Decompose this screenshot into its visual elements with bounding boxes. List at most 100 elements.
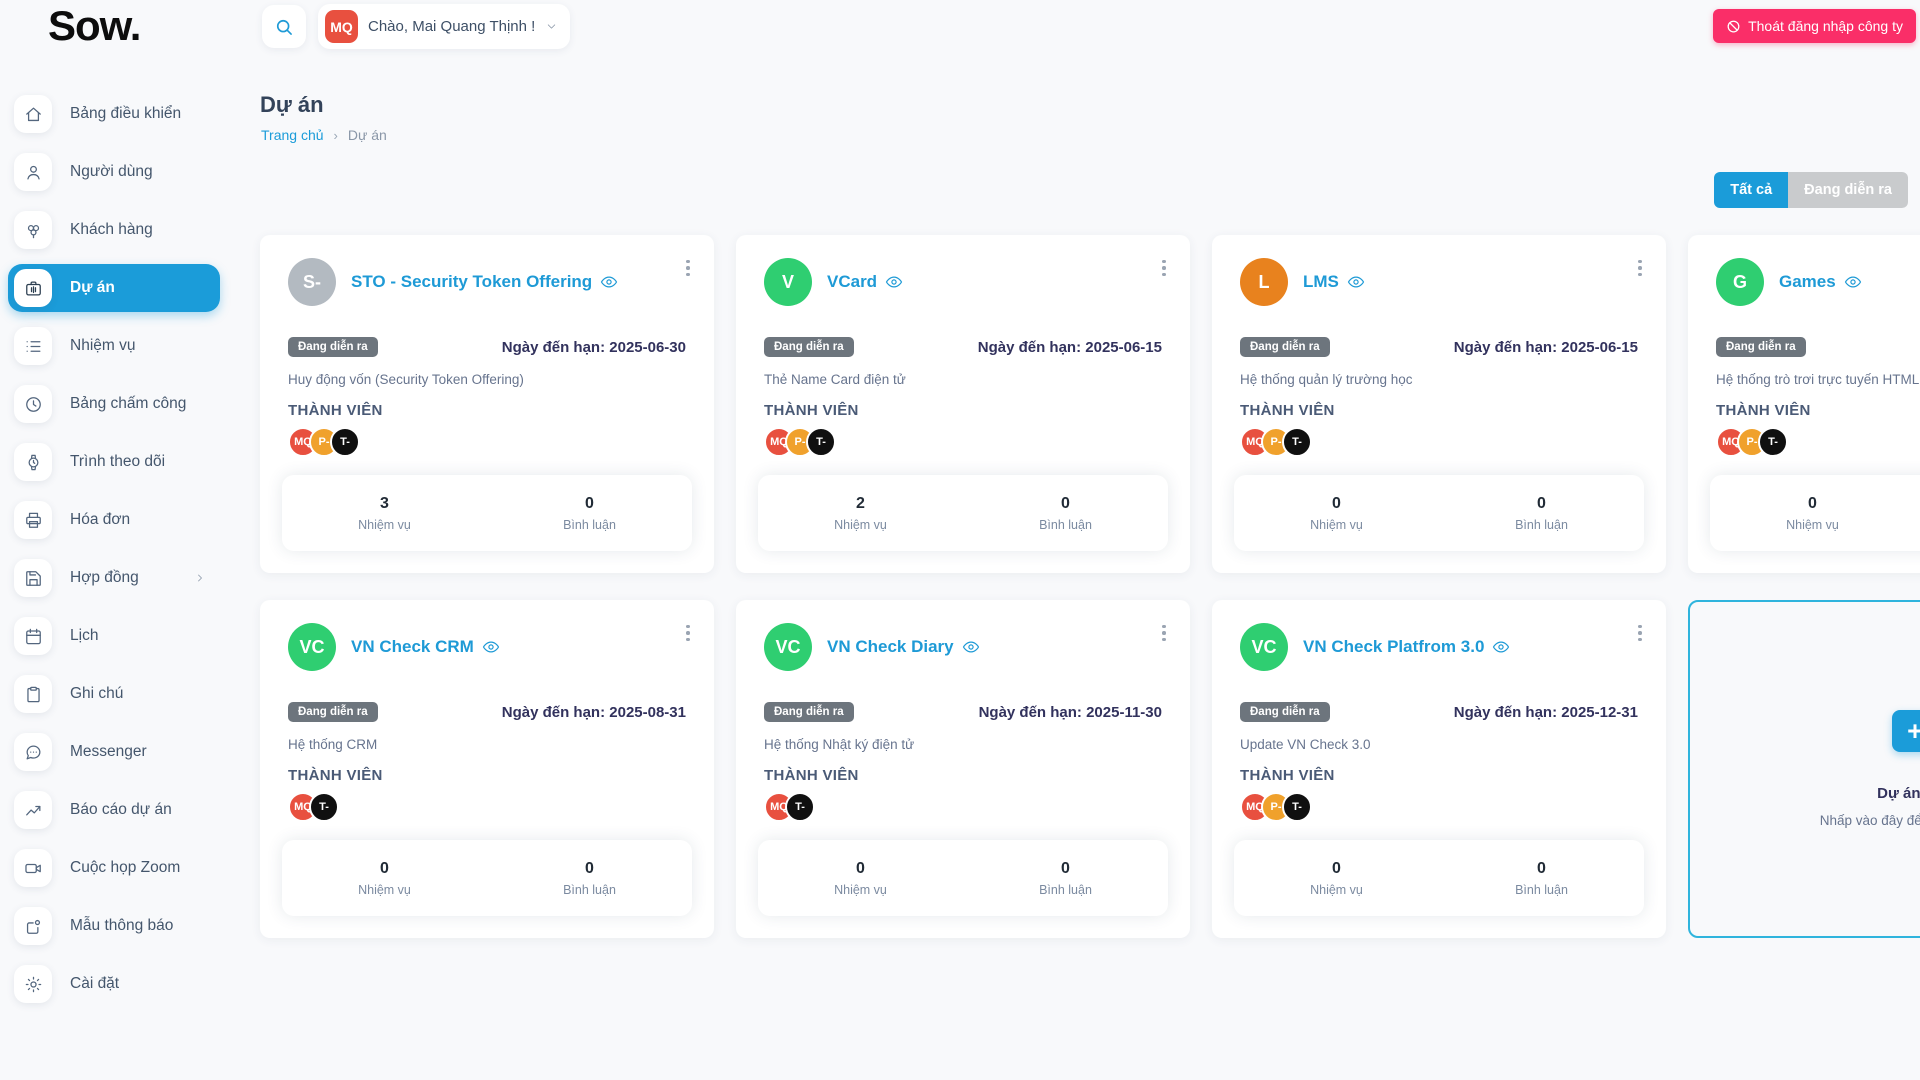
- tasks-stat: 0 Nhiệm vụ: [282, 860, 487, 897]
- members-row: MQT-: [288, 792, 686, 822]
- project-name-link[interactable]: VCard: [827, 272, 903, 292]
- sidebar-item-du-an[interactable]: Dự án: [8, 264, 220, 312]
- briefcase-icon: [14, 269, 52, 307]
- sidebar-item-bang-ieu-khien[interactable]: Bảng điều khiển: [8, 90, 220, 138]
- comments-stat: 0 Bình luận: [963, 495, 1168, 532]
- sidebar-item-label: Người dùng: [70, 163, 153, 181]
- members-label: THÀNH VIÊN: [1240, 402, 1638, 419]
- filter-all-button[interactable]: Tất cả: [1714, 172, 1788, 208]
- brand-logo: Sow.: [48, 2, 140, 50]
- members-label: THÀNH VIÊN: [1240, 767, 1638, 784]
- comments-stat: 0 Bình luận: [1915, 495, 1920, 532]
- user-menu[interactable]: MQ Chào, Mai Quang Thịnh !: [318, 4, 570, 49]
- status-badge: Đang diễn ra: [764, 337, 854, 357]
- add-project-card[interactable]: + Dự án mới Nhấp vào đây để tạo dự án mớ…: [1688, 600, 1920, 938]
- sidebar-item-nguoi-dung[interactable]: Người dùng: [8, 148, 220, 196]
- project-avatar: VC: [288, 623, 336, 671]
- project-name-link[interactable]: VN Check CRM: [351, 637, 500, 657]
- project-name-link[interactable]: VN Check Diary: [827, 637, 980, 657]
- list-icon: [14, 327, 52, 365]
- member-avatar: T-: [1758, 427, 1788, 457]
- project-card-vn-check-diary: VC VN Check Diary Đang diễn ra Ngày đến …: [736, 600, 1190, 938]
- tasks-count: 2: [758, 495, 963, 513]
- card-menu-button[interactable]: [1630, 620, 1650, 646]
- project-avatar: S-: [288, 258, 336, 306]
- due-date: Ngày đến hạn: 2025-06-30: [502, 339, 686, 356]
- comments-count: 0: [963, 495, 1168, 513]
- members-label: THÀNH VIÊN: [288, 402, 686, 419]
- project-name-link[interactable]: VN Check Platfrom 3.0: [1303, 637, 1510, 657]
- add-project-title: Dự án mới: [1877, 785, 1920, 802]
- status-filter-group: Tất cả Đang diễn ra: [1714, 172, 1908, 208]
- member-avatar: T-: [785, 792, 815, 822]
- search-button[interactable]: [262, 5, 306, 48]
- project-stats: 3 Nhiệm vụ 0 Bình luận: [282, 475, 692, 551]
- project-card-games: G Games Đang diễn ra Hệ thống trò trơi t…: [1688, 235, 1920, 573]
- project-name-link[interactable]: LMS: [1303, 272, 1365, 292]
- tasks-stat: 3 Nhiệm vụ: [282, 495, 487, 532]
- sidebar-item-bang-cham-cong[interactable]: Bảng chấm công: [8, 380, 220, 428]
- sidebar-item-ghi-chu[interactable]: Ghi chú: [8, 670, 220, 718]
- project-description: Thẻ Name Card điện tử: [764, 372, 1162, 387]
- user-icon: [14, 153, 52, 191]
- project-card-lms: L LMS Đang diễn ra Ngày đến hạn: 2025-06…: [1212, 235, 1666, 573]
- tasks-count: 0: [1710, 495, 1915, 513]
- sidebar-item-bao-cao-du-an[interactable]: Báo cáo dự án: [8, 786, 220, 834]
- status-badge: Đang diễn ra: [288, 702, 378, 722]
- tasks-stat: 0 Nhiệm vụ: [758, 860, 963, 897]
- gear-icon: [14, 965, 52, 1003]
- sidebar-item-label: Lịch: [70, 627, 98, 645]
- sidebar-item-label: Báo cáo dự án: [70, 801, 172, 819]
- project-avatar: VC: [764, 623, 812, 671]
- eye-icon: [1347, 273, 1365, 291]
- card-menu-button[interactable]: [678, 255, 698, 281]
- sidebar-item-hop-ong[interactable]: Hợp đồng: [8, 554, 220, 602]
- sidebar-item-cuoc-hop-zoom[interactable]: Cuộc họp Zoom: [8, 844, 220, 892]
- project-name-link[interactable]: Games: [1779, 272, 1862, 292]
- project-stats: 0 Nhiệm vụ 0 Bình luận: [1234, 840, 1644, 916]
- project-description: Hệ thống quản lý trường học: [1240, 372, 1638, 387]
- due-date: Ngày đến hạn: 2025-06-15: [1454, 339, 1638, 356]
- project-avatar: L: [1240, 258, 1288, 306]
- project-description: Hệ thống trò trơi trực tuyến HTML 5: [1716, 372, 1920, 387]
- sidebar-item-label: Trình theo dõi: [70, 453, 165, 471]
- save-icon: [14, 559, 52, 597]
- video-icon: [14, 849, 52, 887]
- project-name-link[interactable]: STO - Security Token Offering: [351, 272, 618, 292]
- sidebar: Sow. Bảng điều khiển Người dùng Khách hàng…: [0, 0, 246, 1080]
- sidebar-item-hoa-on[interactable]: Hóa đơn: [8, 496, 220, 544]
- user-avatar: MQ: [325, 10, 358, 43]
- card-menu-button[interactable]: [678, 620, 698, 646]
- sidebar-item-label: Dự án: [70, 279, 115, 297]
- members-row: MQP-T-: [288, 427, 686, 457]
- plus-icon[interactable]: +: [1892, 710, 1920, 752]
- card-menu-button[interactable]: [1630, 255, 1650, 281]
- comments-stat: 0 Bình luận: [1439, 860, 1644, 897]
- sidebar-item-lich[interactable]: Lịch: [8, 612, 220, 660]
- tasks-count: 0: [1234, 495, 1439, 513]
- sidebar-item-trinh-theo-doi[interactable]: Trình theo dõi: [8, 438, 220, 486]
- eye-icon: [962, 638, 980, 656]
- project-stats: 2 Nhiệm vụ 0 Bình luận: [758, 475, 1168, 551]
- status-badge: Đang diễn ra: [764, 702, 854, 722]
- project-stats: 0 Nhiệm vụ 0 Bình luận: [758, 840, 1168, 916]
- card-menu-button[interactable]: [1154, 255, 1174, 281]
- project-card-vcard: V VCard Đang diễn ra Ngày đến hạn: 2025-…: [736, 235, 1190, 573]
- sidebar-item-label: Cuộc họp Zoom: [70, 859, 180, 877]
- card-menu-button[interactable]: [1154, 620, 1174, 646]
- sidebar-item-cai-at[interactable]: Cài đặt: [8, 960, 220, 1008]
- sidebar-item-nhiem-vu[interactable]: Nhiệm vụ: [8, 322, 220, 370]
- sidebar-item-messenger[interactable]: Messenger: [8, 728, 220, 776]
- filter-ongoing-button[interactable]: Đang diễn ra: [1788, 172, 1908, 208]
- sidebar-item-mau-thong-bao[interactable]: Mẫu thông báo: [8, 902, 220, 950]
- home-icon: [14, 95, 52, 133]
- breadcrumb-home-link[interactable]: Trang chủ: [261, 127, 324, 143]
- sidebar-item-label: Bảng chấm công: [70, 395, 186, 413]
- chat-icon: [14, 733, 52, 771]
- project-stats: 0 Nhiệm vụ 0 Bình luận: [1710, 475, 1920, 551]
- status-badge: Đang diễn ra: [1240, 337, 1330, 357]
- clock-icon: [14, 385, 52, 423]
- project-avatar: V: [764, 258, 812, 306]
- logout-company-button[interactable]: Thoát đăng nhập công ty: [1713, 9, 1916, 43]
- sidebar-item-khach-hang[interactable]: Khách hàng: [8, 206, 220, 254]
